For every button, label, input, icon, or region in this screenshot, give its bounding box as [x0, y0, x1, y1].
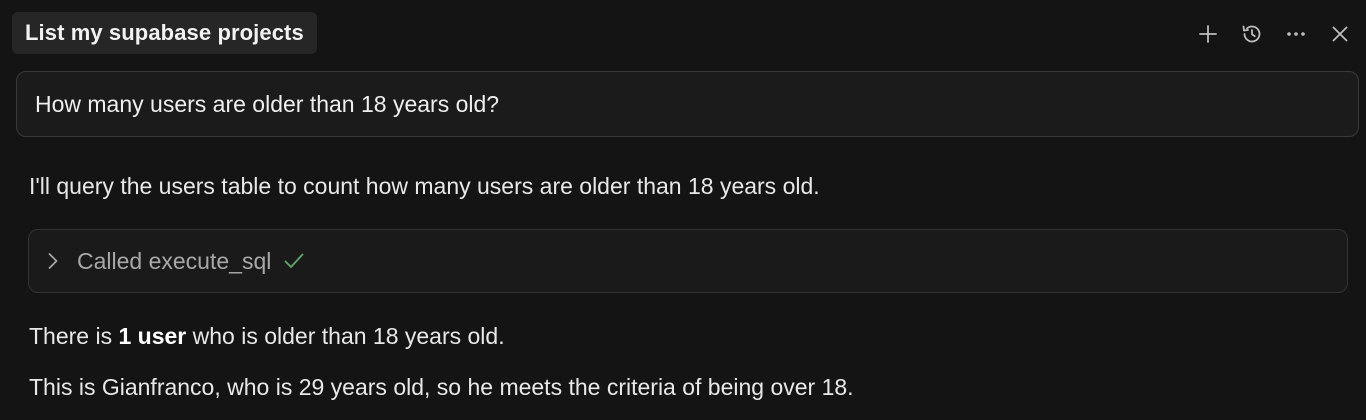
assistant-detail-text: This is Gianfranco, who is 29 years old,…	[29, 374, 854, 400]
assistant-result-text: There is 1 user who is older than 18 yea…	[29, 323, 505, 350]
tool-call-label: Called execute_sql	[77, 247, 272, 274]
checkmark-icon	[283, 251, 305, 271]
user-message-bubble[interactable]: How many users are older than 18 years o…	[16, 71, 1359, 137]
ellipsis-icon	[1287, 32, 1305, 36]
more-options-button[interactable]	[1280, 18, 1312, 50]
assistant-intro-text: I'll query the users table to count how …	[29, 173, 820, 199]
conversation-title-tab[interactable]: List my supabase projects	[12, 12, 317, 54]
close-icon	[1332, 26, 1348, 42]
header-toolbar	[1192, 18, 1356, 50]
result-suffix: who is older than 18 years old.	[186, 323, 505, 349]
plus-icon	[1199, 25, 1217, 43]
user-message-text: How many users are older than 18 years o…	[35, 90, 500, 117]
history-button[interactable]	[1236, 18, 1268, 50]
close-button[interactable]	[1324, 18, 1356, 50]
result-prefix: There is	[29, 323, 119, 349]
new-chat-button[interactable]	[1192, 18, 1224, 50]
conversation-title: List my supabase projects	[25, 20, 304, 45]
history-icon	[1242, 25, 1261, 43]
result-bold: 1 user	[118, 323, 187, 349]
chevron-right-icon	[47, 251, 63, 271]
tool-call-collapsible[interactable]: Called execute_sql	[28, 229, 1348, 293]
